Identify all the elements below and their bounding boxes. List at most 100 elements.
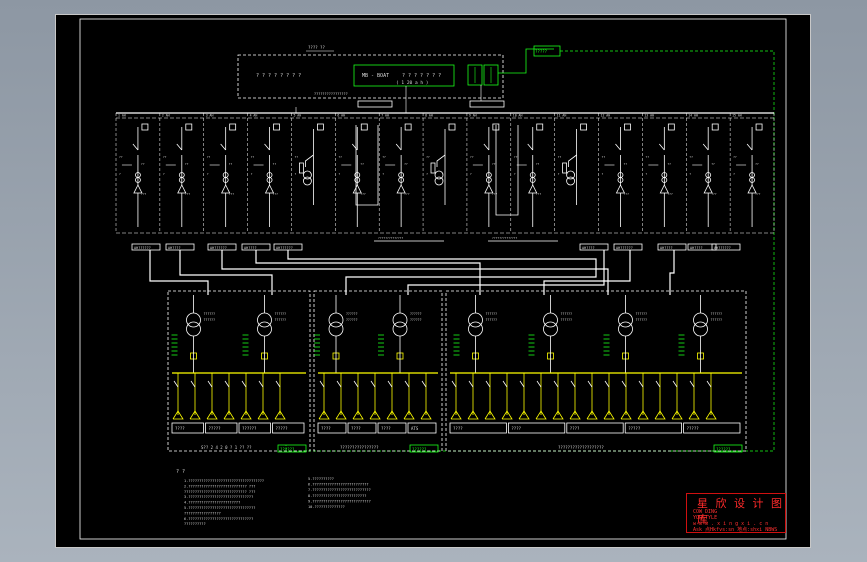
tap xyxy=(436,154,446,167)
lv-breaker xyxy=(275,380,281,388)
breaker-column: 11 AH??? xyxy=(557,114,587,205)
column-label: 15 AH xyxy=(732,114,742,118)
bus-caption: ???????????????? xyxy=(314,92,348,96)
breaker-column: 10 AH???????? xyxy=(513,114,544,227)
meter-box xyxy=(185,123,193,131)
meter-box xyxy=(711,123,719,131)
transformer-label: ?????? xyxy=(561,312,573,316)
cable-8 xyxy=(669,250,675,295)
lv-breaker xyxy=(241,380,247,388)
breaker-column: 9 AH???????? xyxy=(469,114,500,227)
lv-breaker xyxy=(336,380,342,388)
substation-block: S?? 2 4 2 0 ? 1 ?? ?????????????????????… xyxy=(167,290,311,453)
breaker-blade xyxy=(483,143,490,151)
column-note: ??? xyxy=(229,192,235,196)
lv-breaker xyxy=(672,380,678,388)
transformer-primary xyxy=(618,312,633,328)
note-line: 8.????????????????????????? xyxy=(308,494,366,498)
inner-frame xyxy=(79,18,787,540)
feeder-box-label: ???? xyxy=(381,426,391,431)
column-side-text: ? xyxy=(645,172,647,176)
column-side-text: ?? xyxy=(119,155,123,159)
mid-bus-caption: ?????????????? xyxy=(492,236,517,240)
transformer-secondary xyxy=(328,321,344,337)
display-label: MB - BOAT xyxy=(362,73,389,79)
lv-breaker xyxy=(370,380,376,388)
top-panel-header: ???? ?? xyxy=(308,45,325,50)
tap xyxy=(304,154,314,167)
column-side-text: ?? xyxy=(426,155,430,159)
substation-tag: ?????? xyxy=(280,447,295,452)
cable-6 xyxy=(407,250,605,295)
transformer-label: ?????? xyxy=(204,312,216,316)
feeder-box-label: ???? xyxy=(511,426,521,431)
display-digits: ? ? ? ? ? ? ? xyxy=(402,73,441,79)
lv-breaker xyxy=(570,380,576,388)
lv-breaker xyxy=(404,380,410,388)
notes-heading: ? ? xyxy=(176,469,185,475)
breaker-column: 8 AH??? xyxy=(425,114,456,205)
transformer-label: ?????? xyxy=(346,318,358,322)
mid-bus-caption: ?????????????? xyxy=(378,236,403,240)
column-label: 3 AH xyxy=(206,114,214,118)
notes-block: ? ? 1.???????????????????????????????????… xyxy=(176,469,371,526)
lv-breaker xyxy=(706,380,712,388)
breaker-blade xyxy=(527,143,534,151)
lv-breaker xyxy=(655,380,661,388)
column-label: 7 AH xyxy=(381,114,389,118)
feeder-tag: AH???? xyxy=(582,246,595,250)
feeder-tag: AH?????? xyxy=(714,246,731,250)
breaker-column: 2 AH???????? xyxy=(162,114,193,227)
meter-box xyxy=(141,123,149,131)
transformer-label: ?????? xyxy=(636,312,648,316)
feeder-tag: AH?????? xyxy=(210,246,227,250)
breaker-blade xyxy=(395,143,402,151)
column-side-text: ?? xyxy=(558,155,562,159)
column-note: ?? xyxy=(141,162,145,166)
meter-box xyxy=(229,123,237,131)
breaker-column: 6 AH???????? xyxy=(337,114,368,227)
substation-tag: ?????? xyxy=(716,447,731,452)
column-label: 2 AH xyxy=(162,114,170,118)
breaker-blade xyxy=(615,143,621,151)
column-label: 4 AH xyxy=(250,114,258,118)
column-side-text: ?? xyxy=(338,155,342,159)
feeder-tag: AH???? xyxy=(168,246,181,250)
lv-breaker xyxy=(387,380,393,388)
transformer-label: ?????? xyxy=(346,312,358,316)
column-note: ??? xyxy=(141,192,147,196)
stamp-line-4: Ask 点Hkfvs:sn 地点:shxi NBWS xyxy=(693,527,778,533)
feeder-tag: AH?????? xyxy=(134,246,151,250)
breaker-column: 12 AH???????? xyxy=(601,114,631,227)
lv-breaker xyxy=(258,380,264,388)
feeder-box-label: ???? xyxy=(453,426,463,431)
substation-tag: ?????? xyxy=(412,447,427,452)
feeder-tag: AH???? xyxy=(690,246,703,250)
lv-breaker xyxy=(638,380,644,388)
column-side-text: ?? xyxy=(689,155,693,159)
column-side-text: ?? xyxy=(602,155,606,159)
column-label: 12 AH xyxy=(601,114,611,118)
meter-box xyxy=(360,123,368,131)
feeder-box-label: ????? xyxy=(628,426,641,431)
column-side-text: ?? xyxy=(163,155,167,159)
note-line: 6.?????????????????????????? xyxy=(308,483,369,487)
lv-breaker xyxy=(485,380,491,388)
column-label: 11 AH xyxy=(557,114,567,118)
transformer-label: ?????? xyxy=(486,318,498,322)
breaker-column: 7 AH???????? xyxy=(381,114,412,227)
column-side-text: ? xyxy=(338,172,340,176)
meter-box xyxy=(273,123,280,131)
tap xyxy=(568,154,577,167)
note-line: ?????????? xyxy=(184,522,206,526)
note-line: 1.??????????????????????????????????? xyxy=(184,479,264,483)
lv-breaker xyxy=(421,380,427,388)
column-side-text: ? xyxy=(470,172,472,176)
column-note: ?? xyxy=(273,162,277,166)
lv-breaker xyxy=(319,380,325,388)
column-label: 5 AH xyxy=(293,114,301,118)
column-note: ??? xyxy=(623,192,629,196)
lv-breaker xyxy=(207,380,213,388)
transformer-label: ?????? xyxy=(275,312,287,316)
display-subtitle: ( 1 20 a h ) xyxy=(396,80,429,86)
